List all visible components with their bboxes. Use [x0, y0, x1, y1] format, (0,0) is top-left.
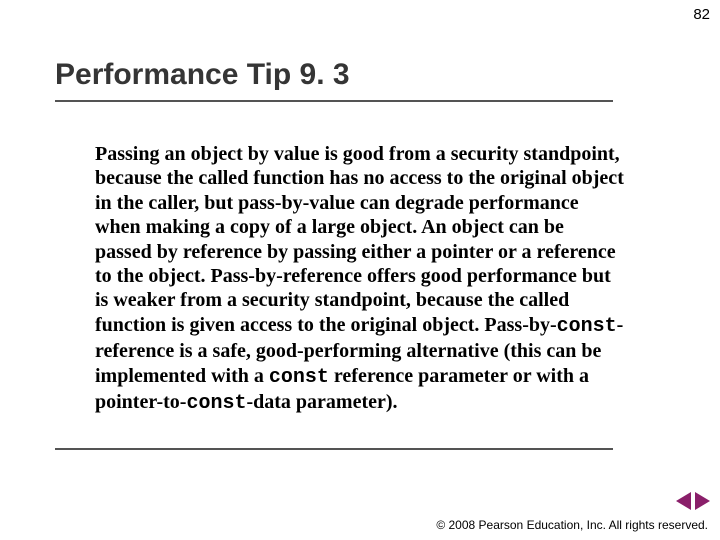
body-paragraph: Passing an object by value is good from … [95, 142, 625, 416]
next-arrow-icon[interactable] [695, 492, 710, 510]
prev-arrow-icon[interactable] [676, 492, 691, 510]
footer-copyright: © 2008 Pearson Education, Inc. All right… [436, 518, 708, 532]
copyright-symbol: © [436, 518, 445, 532]
slide-title: Performance Tip 9. 3 [55, 58, 350, 92]
body-seg-4: -data parameter). [246, 391, 397, 413]
page-number: 82 [693, 6, 710, 23]
footer-text-1: 2008 Pearson Education, Inc. [445, 518, 608, 532]
bottom-rule [55, 448, 613, 450]
body-seg-1: Passing an object by value is good from … [95, 143, 624, 336]
const-keyword-2: const [269, 366, 329, 389]
slide-nav [676, 492, 710, 510]
const-keyword-1: const [557, 315, 617, 338]
footer-text-2: All rights reserved. [609, 518, 708, 532]
title-underline [55, 100, 613, 102]
const-keyword-3: const [186, 392, 246, 415]
slide-page: 82 Performance Tip 9. 3 Passing an objec… [0, 0, 720, 540]
